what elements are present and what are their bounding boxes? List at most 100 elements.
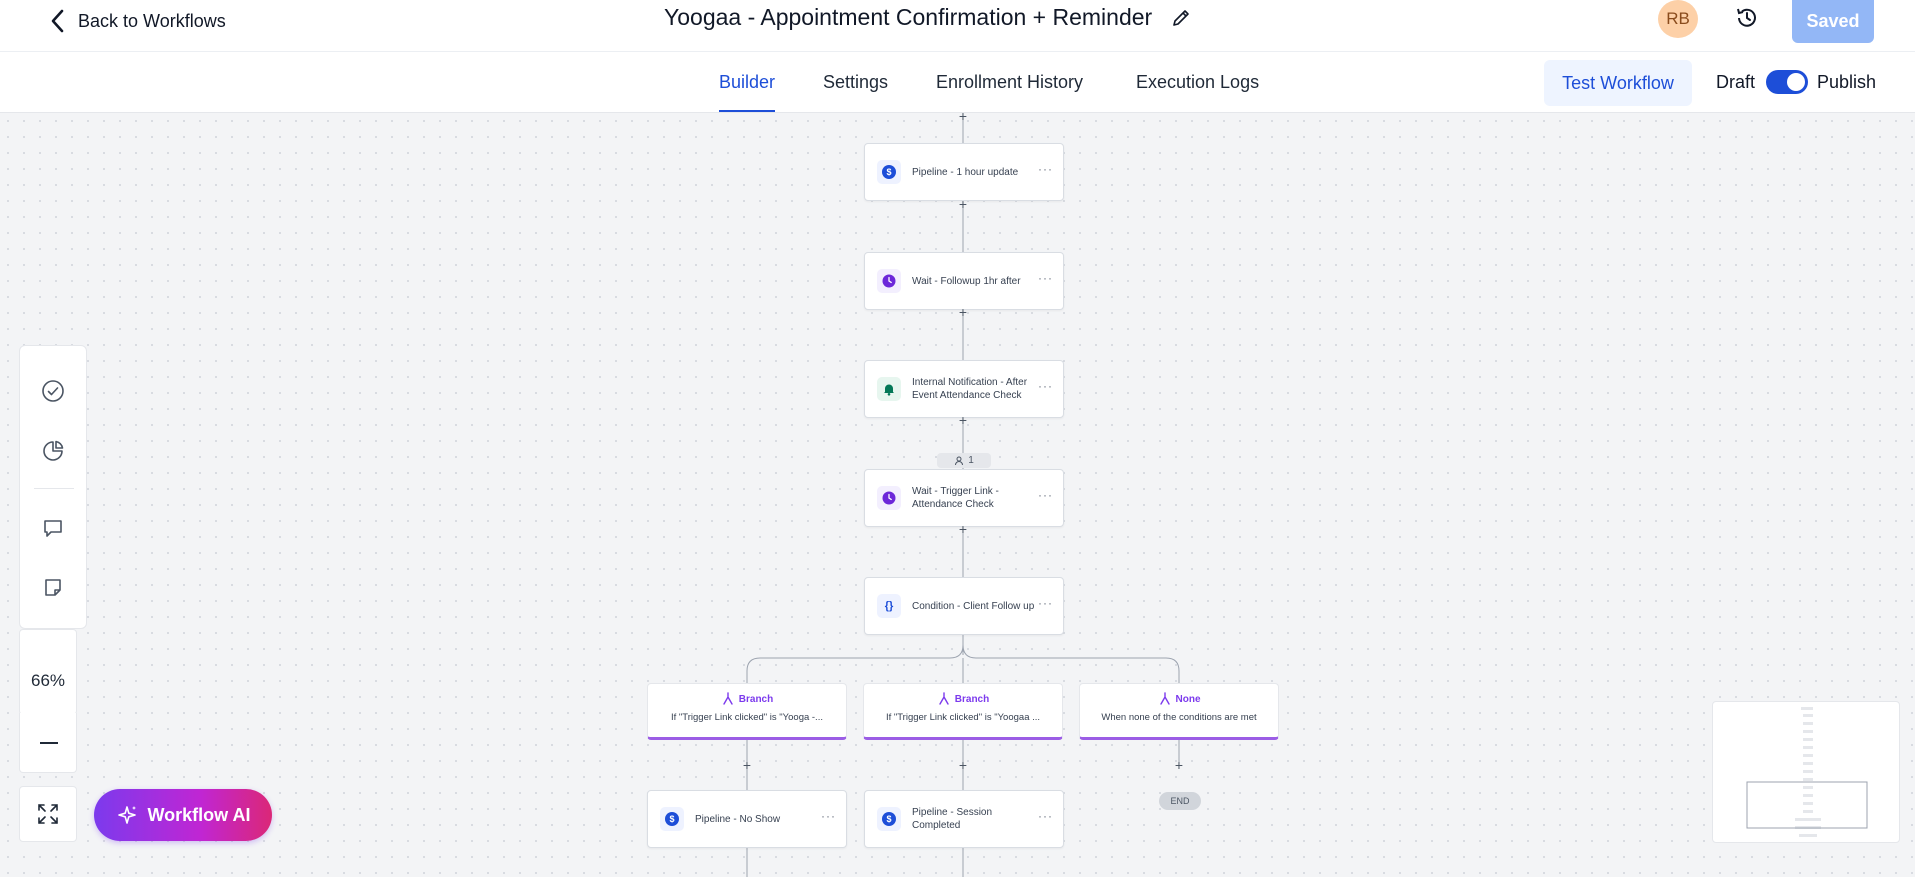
workflow-node[interactable]: $ Pipeline - 1 hour update ··· (864, 143, 1064, 201)
minimap-preview (1746, 707, 1868, 837)
node-icon-bg: $ (660, 807, 684, 831)
publish-label: Publish (1817, 72, 1877, 92)
node-icon-bg: $ (877, 807, 901, 831)
add-step-button[interactable]: + (956, 197, 970, 211)
node-label: Internal Notification - After Event Atte… (912, 377, 1028, 401)
branch-icon (723, 692, 733, 705)
history-icon[interactable] (1733, 4, 1761, 32)
fit-to-screen-button[interactable] (19, 786, 77, 842)
braces-icon: {} (877, 594, 901, 618)
branch-icon (939, 692, 949, 705)
enrolled-count-badge: 1 (937, 453, 991, 468)
node-icon-bg: $ (877, 160, 901, 184)
zoom-controls: 66% (19, 629, 77, 715)
branch-description: When none of the conditions are met (1101, 712, 1257, 723)
workflow-title-text: Yoogaa - Appointment Confirmation + Remi… (664, 4, 1153, 30)
workflow-ai-label: Workflow AI (147, 804, 251, 825)
zoom-level: 66% (30, 671, 66, 690)
node-label: Condition - Client Follow up (912, 600, 1035, 612)
more-options-icon[interactable]: ··· (1038, 162, 1053, 176)
draft-label: Draft (1716, 72, 1756, 92)
note-icon (45, 579, 61, 596)
branch-description: If "Trigger Link clicked" is "Yoogaa ... (885, 712, 1041, 723)
add-step-button[interactable]: + (956, 113, 970, 123)
branch-card[interactable]: Branch If "Trigger Link clicked" is "Yoo… (863, 683, 1063, 740)
branch-card[interactable]: Branch If "Trigger Link clicked" is "Yoo… (647, 683, 847, 740)
tab-enrollment-history[interactable]: Enrollment History (936, 72, 1083, 93)
add-step-button[interactable]: + (740, 758, 754, 772)
branch-description: If "Trigger Link clicked" is "Yooga -... (671, 712, 823, 723)
node-label: Wait - Trigger Link - Attendance Check (912, 486, 999, 510)
node-label: Wait - Followup 1hr after (912, 275, 1021, 287)
node-label: Pipeline - 1 hour update (912, 166, 1019, 178)
sticky-note-button[interactable] (38, 573, 68, 603)
workflow-ai-button[interactable]: Workflow AI (94, 789, 272, 841)
add-step-button[interactable]: + (956, 522, 970, 536)
more-options-icon[interactable]: ··· (1038, 488, 1053, 502)
branch-header: Branch (864, 692, 1062, 706)
workflow-title: Yoogaa - Appointment Confirmation + Remi… (664, 4, 1192, 31)
branch-card[interactable]: None When none of the conditions are met (1079, 683, 1279, 740)
more-options-icon[interactable]: ··· (1038, 596, 1053, 610)
user-icon (955, 456, 964, 465)
workflow-node[interactable]: $ Pipeline - Session Completed ··· (864, 790, 1064, 848)
more-options-icon[interactable]: ··· (1038, 809, 1053, 823)
add-step-button[interactable]: + (956, 758, 970, 772)
validate-button[interactable] (38, 376, 68, 406)
workflow-node[interactable]: Internal Notification - After Event Atte… (864, 360, 1064, 418)
bell-icon (884, 384, 894, 396)
minus-icon (40, 742, 58, 744)
zoom-out-button[interactable] (19, 713, 77, 773)
back-label: Back to Workflows (78, 10, 226, 31)
branch-header: Branch (648, 692, 846, 706)
chevron-left-icon (51, 9, 64, 33)
more-options-icon[interactable]: ··· (821, 809, 836, 823)
end-marker: END (1159, 792, 1201, 810)
pie-chart-icon (43, 440, 64, 461)
branch-title: None (1175, 693, 1201, 705)
branch-icon (1159, 692, 1170, 705)
branch-title: Branch (954, 693, 990, 705)
avatar[interactable]: RB (1658, 0, 1698, 38)
clock-icon (882, 274, 896, 288)
back-to-workflows-link[interactable]: Back to Workflows (48, 8, 226, 34)
add-step-button[interactable]: + (956, 305, 970, 319)
pencil-icon[interactable] (1170, 7, 1192, 29)
node-label: Pipeline - Session Completed (912, 807, 993, 831)
workflow-node[interactable]: $ Pipeline - No Show ··· (647, 790, 847, 848)
sparkle-icon (117, 806, 136, 824)
dollar-icon: $ (882, 165, 896, 179)
more-options-icon[interactable]: ··· (1038, 379, 1053, 393)
top-header: Back to Workflows Yoogaa - Appointment C… (0, 0, 1915, 52)
more-options-icon[interactable]: ··· (1038, 271, 1053, 285)
workflow-node[interactable]: {} Condition - Client Follow up ··· (864, 577, 1064, 635)
dollar-icon: $ (665, 812, 679, 826)
tab-row: Builder Settings Enrollment History Exec… (0, 52, 1915, 113)
add-step-button[interactable]: + (956, 413, 970, 427)
node-label: Pipeline - No Show (695, 813, 781, 825)
enrolled-count: 1 (968, 455, 974, 466)
publish-toggle[interactable] (1766, 70, 1808, 94)
workflow-canvas[interactable]: + $ Pipeline - 1 hour update ··· + Wait … (0, 113, 1915, 877)
node-icon-bg (877, 486, 901, 510)
node-icon-bg (877, 269, 901, 293)
test-workflow-button[interactable]: Test Workflow (1544, 60, 1692, 106)
workflow-node[interactable]: Wait - Followup 1hr after ··· (864, 252, 1064, 310)
comments-button[interactable] (38, 513, 68, 543)
tab-execution-logs[interactable]: Execution Logs (1136, 72, 1259, 93)
clock-icon (882, 491, 896, 505)
add-step-button[interactable]: + (1172, 758, 1186, 772)
saved-button[interactable]: Saved (1792, 0, 1874, 43)
expand-icon (38, 804, 58, 824)
workflow-node[interactable]: Wait - Trigger Link - Attendance Check ·… (864, 469, 1064, 527)
minimap[interactable] (1712, 701, 1900, 843)
node-icon-bg (877, 377, 901, 401)
comment-icon (44, 520, 62, 537)
stats-button[interactable] (38, 436, 68, 466)
canvas-toolbar (19, 345, 87, 629)
branch-header: None (1080, 692, 1278, 706)
tab-builder[interactable]: Builder (719, 72, 776, 112)
tab-settings[interactable]: Settings (823, 72, 888, 93)
dollar-icon: $ (882, 812, 896, 826)
toolbar-divider (34, 488, 74, 489)
